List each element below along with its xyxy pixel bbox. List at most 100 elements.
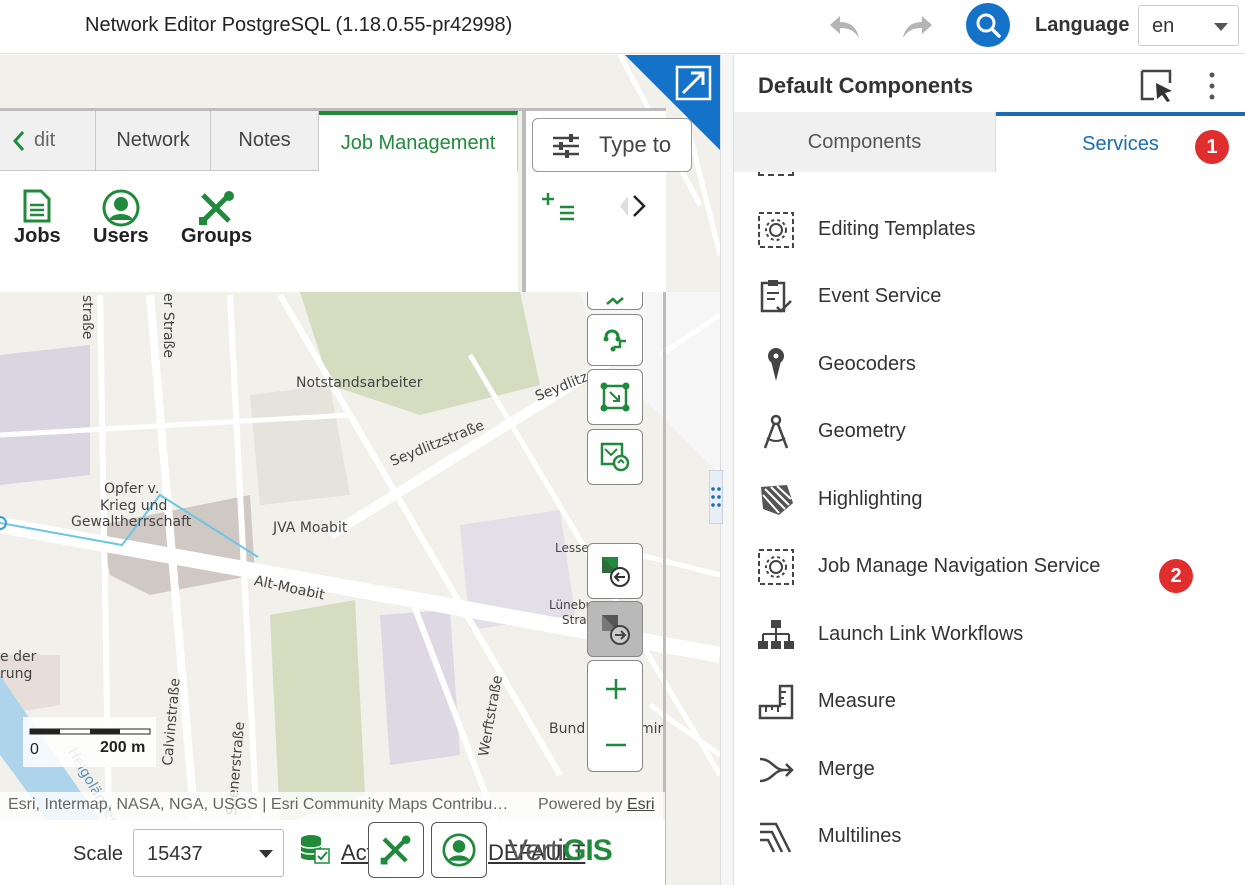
service-name: Highlighting	[818, 488, 923, 510]
list-item[interactable]: Editing Templates	[734, 197, 1245, 264]
select-cursor-icon[interactable]	[1140, 69, 1176, 103]
tab-label: Components	[807, 130, 922, 153]
chevron-right-icon[interactable]	[618, 191, 652, 221]
service-name: Launch Link Workflows	[818, 623, 1024, 645]
panel-title: Default Components	[758, 73, 974, 98]
scale-zero: 0	[30, 741, 39, 758]
service-name: Multilines	[818, 825, 902, 847]
undo-icon[interactable]	[828, 10, 862, 44]
path-icon	[603, 329, 626, 352]
select-area-button[interactable]	[587, 369, 643, 425]
compass-icon	[756, 412, 796, 452]
previous-extent-button[interactable]	[587, 543, 643, 599]
service-name: Geocoders	[818, 353, 916, 375]
tab-network[interactable]: Network	[96, 111, 211, 171]
list-item[interactable]: Multilines	[734, 804, 1245, 871]
tools-icon	[198, 191, 234, 225]
trace-tool-button[interactable]	[587, 292, 643, 310]
services-list: Editing Templates Event Service Geocoder…	[734, 172, 1245, 885]
zoom-controls	[587, 660, 643, 772]
more-vertical-icon[interactable]	[1208, 71, 1216, 101]
search-input[interactable]: Type to	[532, 118, 692, 172]
step-badge-2: 2	[1159, 559, 1193, 593]
users-button[interactable]: Users	[93, 189, 149, 248]
service-name: Measure	[818, 690, 896, 712]
tab-label: dit	[34, 129, 56, 151]
database-icon	[300, 835, 330, 864]
user-icon	[442, 833, 476, 867]
add-list-icon[interactable]	[540, 191, 580, 225]
tools-icon	[380, 835, 411, 865]
list-item[interactable]: Launch Link Workflows	[734, 602, 1245, 669]
list-item[interactable]: Geocoders	[734, 332, 1245, 399]
search-button[interactable]	[966, 3, 1010, 47]
groups-label: Groups	[181, 225, 253, 247]
tab-components[interactable]: Components	[734, 112, 996, 172]
zoom-out-button[interactable]	[588, 717, 644, 773]
user-icon	[102, 189, 140, 227]
minus-icon	[606, 743, 626, 747]
document-icon	[23, 189, 51, 223]
ruler-icon	[756, 682, 796, 722]
scale-bar: 0 200 m	[23, 717, 156, 767]
app-title: Network Editor PostgreSQL (1.18.0.55-pr4…	[85, 14, 513, 36]
gear-dashed-icon	[758, 172, 794, 176]
gear-dashed-icon	[756, 210, 796, 250]
select-nodes-icon	[600, 382, 630, 412]
list-item[interactable]: Highlighting	[734, 467, 1245, 534]
zoom-in-button[interactable]	[588, 661, 644, 717]
tab-notes[interactable]: Notes	[211, 111, 319, 171]
panel-tabs: Components Services	[734, 112, 1245, 172]
language-label: Language	[1035, 14, 1130, 36]
highlight-shape-icon	[756, 480, 796, 520]
components-panel: Default Components Components Services 1…	[734, 55, 1245, 885]
esri-link[interactable]: Esri	[627, 796, 655, 813]
service-name: Merge	[818, 758, 875, 780]
tab-label: Network	[116, 129, 190, 151]
gear-dashed-icon	[756, 547, 796, 587]
brand-text-b: GIS	[563, 834, 613, 867]
path-tool-button[interactable]	[587, 314, 643, 366]
users-label: Users	[93, 225, 149, 247]
powered-by: Powered by Esri	[538, 796, 655, 814]
search-icon	[976, 13, 1001, 38]
scale-bar-graphic	[29, 728, 151, 735]
tab-label: Job Management	[340, 131, 496, 154]
jobs-label: Jobs	[14, 225, 61, 247]
step-badge-1: 1	[1195, 130, 1229, 164]
tab-job-management[interactable]: Job Management	[319, 111, 518, 171]
groups-button[interactable]: Groups	[181, 189, 252, 248]
list-item[interactable]: Event Service	[734, 264, 1245, 331]
chevron-down-icon	[1214, 23, 1228, 31]
language-select[interactable]: en	[1138, 5, 1239, 46]
attribution-text: Esri, Intermap, NASA, NGA, USGS | Esri C…	[8, 796, 509, 813]
filter-sliders-icon[interactable]	[551, 134, 581, 158]
service-name: Geometry	[818, 420, 906, 442]
app-header: Network Editor PostgreSQL (1.18.0.55-pr4…	[0, 0, 1245, 54]
list-item[interactable]: Geometry	[734, 399, 1245, 466]
refresh-map-button[interactable]	[587, 429, 643, 485]
clipboard-check-icon	[756, 277, 796, 317]
floating-user-button[interactable]	[431, 822, 487, 878]
search-panel: Type to	[522, 111, 692, 292]
org-chart-icon	[756, 615, 796, 655]
jobs-button[interactable]: Jobs	[14, 189, 61, 248]
list-item[interactable]: Measure	[734, 669, 1245, 736]
scale-select[interactable]: 15437	[133, 829, 284, 877]
vertigis-logo: VertiGIS	[508, 834, 613, 868]
next-extent-button[interactable]	[587, 601, 643, 657]
merge-arrow-icon	[756, 750, 796, 790]
service-name: Event Service	[818, 285, 942, 307]
scale-value: 15437	[147, 843, 203, 865]
bottom-bar: Scale 15437 Acti DEFAULT VertiGIS	[0, 820, 665, 885]
list-item[interactable]: Merge	[734, 737, 1245, 804]
powered-by-text: Powered by	[538, 796, 623, 813]
map-pin-icon	[756, 345, 796, 385]
redo-icon[interactable]	[900, 10, 934, 44]
extent-back-icon	[602, 557, 630, 587]
chevron-left-icon[interactable]	[12, 129, 26, 153]
floating-tools-button[interactable]	[368, 822, 424, 878]
scale-label: Scale	[73, 843, 124, 865]
drag-handle-icon[interactable]	[709, 470, 723, 524]
tab-edit[interactable]: dit	[0, 111, 96, 171]
